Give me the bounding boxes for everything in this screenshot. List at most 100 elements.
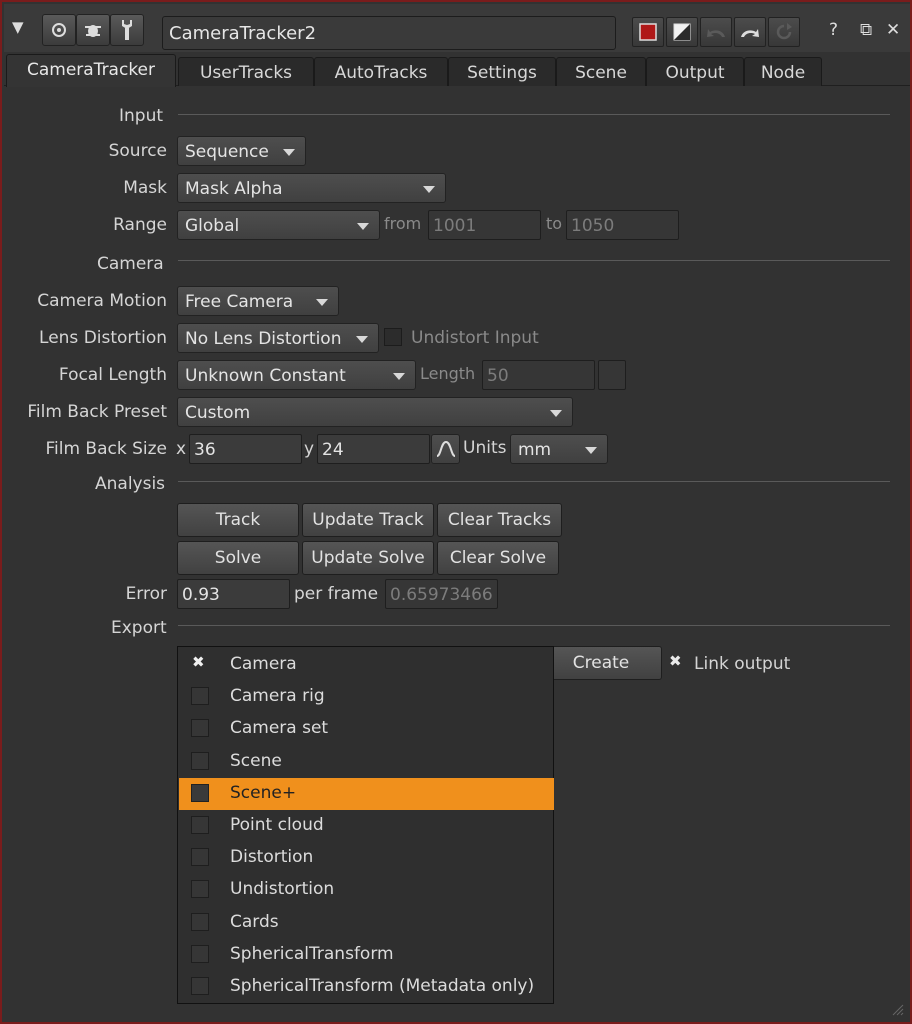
create-button[interactable]: Create bbox=[540, 646, 662, 680]
source-dropdown[interactable]: Sequence bbox=[177, 136, 306, 166]
mask-dropdown[interactable]: Mask Alpha bbox=[177, 173, 446, 203]
tab-autotracks[interactable]: AutoTracks bbox=[314, 57, 448, 86]
film-back-preset-label: Film Back Preset bbox=[27, 402, 167, 422]
source-value: Sequence bbox=[185, 142, 269, 162]
undo-button[interactable] bbox=[700, 17, 732, 47]
chevron-down-icon bbox=[550, 410, 562, 417]
length-field[interactable]: 50 bbox=[482, 360, 595, 390]
checkbox[interactable] bbox=[191, 783, 209, 802]
export-menu-item[interactable]: Scene bbox=[179, 746, 554, 778]
export-menu-item-label: Scene bbox=[230, 750, 282, 771]
undo-icon bbox=[707, 29, 725, 37]
tab-cameratracker[interactable]: CameraTracker bbox=[6, 54, 176, 87]
from-label: from bbox=[384, 214, 422, 233]
viewer-toggle-button[interactable] bbox=[42, 14, 76, 46]
chevron-down-icon bbox=[393, 373, 405, 380]
tab-scene[interactable]: Scene bbox=[556, 57, 646, 86]
export-menu-item-label: Undistortion bbox=[230, 879, 335, 900]
section-input: Input bbox=[119, 106, 164, 126]
bug-icon bbox=[85, 25, 101, 37]
checkbox[interactable] bbox=[191, 880, 209, 899]
focal-length-value: Unknown Constant bbox=[185, 366, 346, 386]
tab-bar: CameraTracker UserTracks AutoTracks Sett… bbox=[4, 52, 910, 87]
chevron-down-icon bbox=[356, 336, 368, 343]
target-icon bbox=[52, 23, 66, 37]
help-icon[interactable]: ? bbox=[829, 20, 838, 40]
export-menu-item[interactable]: Camera set bbox=[179, 713, 554, 745]
resize-grip-icon[interactable] bbox=[890, 1002, 904, 1016]
checkbox[interactable] bbox=[191, 977, 209, 995]
export-menu-item[interactable]: Scene+ bbox=[179, 777, 554, 810]
film-back-x-field[interactable]: 36 bbox=[189, 434, 302, 464]
export-menu-item[interactable]: Undistortion bbox=[179, 874, 554, 906]
error-field[interactable]: 0.93 bbox=[177, 579, 290, 609]
export-menu-item[interactable]: Distortion bbox=[179, 842, 554, 874]
checkmark-icon[interactable] bbox=[191, 653, 209, 673]
float-icon[interactable]: ⧉ bbox=[860, 20, 872, 40]
export-menu-item[interactable]: SphericalTransform (Metadata only) bbox=[179, 971, 554, 1003]
section-export: Export bbox=[111, 618, 167, 638]
link-output-checkbox[interactable] bbox=[668, 652, 686, 672]
tab-settings[interactable]: Settings bbox=[448, 57, 556, 86]
checkbox[interactable] bbox=[191, 848, 209, 867]
clear-solve-button[interactable]: Clear Solve bbox=[437, 541, 559, 575]
update-solve-button[interactable]: Update Solve bbox=[302, 541, 434, 575]
node-name-field[interactable]: CameraTracker2 bbox=[162, 16, 616, 50]
bug-button[interactable] bbox=[76, 14, 110, 46]
wrench-button[interactable] bbox=[110, 14, 144, 46]
focal-length-dropdown[interactable]: Unknown Constant bbox=[177, 360, 416, 390]
tab-node[interactable]: Node bbox=[744, 57, 822, 86]
close-icon[interactable]: ✕ bbox=[886, 20, 900, 40]
to-field[interactable]: 1050 bbox=[566, 210, 679, 240]
update-track-button[interactable]: Update Track bbox=[302, 503, 434, 537]
node-color-button[interactable] bbox=[632, 17, 664, 47]
track-button[interactable]: Track bbox=[177, 503, 299, 537]
chevron-down-icon bbox=[423, 186, 435, 193]
redo-button[interactable] bbox=[734, 17, 766, 47]
tab-usertracks[interactable]: UserTracks bbox=[178, 57, 314, 86]
revert-button[interactable] bbox=[768, 17, 800, 47]
from-field[interactable]: 1001 bbox=[428, 210, 541, 240]
export-menu-item[interactable]: Camera bbox=[179, 649, 554, 681]
film-back-y-field[interactable]: 24 bbox=[317, 434, 430, 464]
lens-distortion-dropdown[interactable]: No Lens Distortion bbox=[177, 323, 379, 353]
collapse-triangle-icon[interactable]: ▼ bbox=[12, 18, 32, 38]
curve-button[interactable] bbox=[431, 434, 460, 464]
per-frame-field[interactable]: 0.65973466 bbox=[385, 579, 498, 609]
export-menu-item[interactable]: Point cloud bbox=[179, 810, 554, 842]
range-dropdown[interactable]: Global bbox=[177, 210, 380, 240]
checkbox[interactable] bbox=[191, 687, 209, 706]
redo-icon bbox=[741, 29, 759, 37]
checkbox[interactable] bbox=[191, 816, 209, 834]
divider bbox=[178, 481, 890, 482]
range-label: Range bbox=[113, 215, 167, 235]
chevron-down-icon bbox=[357, 223, 369, 230]
length-label: Length bbox=[420, 364, 476, 383]
length-animation-button[interactable] bbox=[598, 360, 626, 390]
export-menu-item[interactable]: Cards bbox=[179, 907, 554, 939]
clear-tracks-button[interactable]: Clear Tracks bbox=[437, 503, 562, 537]
undistort-input-checkbox[interactable] bbox=[384, 328, 402, 346]
tab-output[interactable]: Output bbox=[646, 57, 744, 86]
mask-label: Mask bbox=[123, 178, 167, 198]
range-value: Global bbox=[185, 216, 240, 236]
export-menu-item[interactable]: Camera rig bbox=[179, 681, 554, 713]
lens-distortion-label: Lens Distortion bbox=[39, 328, 167, 348]
film-back-size-label: Film Back Size bbox=[45, 439, 167, 459]
revert-icon bbox=[776, 23, 792, 40]
to-label: to bbox=[546, 214, 563, 233]
export-menu-item[interactable]: SphericalTransform bbox=[179, 939, 554, 971]
units-dropdown[interactable]: mm bbox=[510, 434, 608, 464]
gl-color-button[interactable] bbox=[666, 17, 698, 47]
checkbox[interactable] bbox=[191, 719, 209, 738]
film-back-preset-dropdown[interactable]: Custom bbox=[177, 397, 573, 427]
checkbox[interactable] bbox=[191, 944, 209, 963]
y-label: y bbox=[304, 439, 315, 459]
checkbox[interactable] bbox=[191, 912, 209, 931]
camera-motion-dropdown[interactable]: Free Camera bbox=[177, 286, 339, 316]
undistort-input-label: Undistort Input bbox=[411, 328, 539, 348]
split-swatch-icon bbox=[673, 23, 691, 41]
export-menu-item-label: Distortion bbox=[230, 847, 314, 868]
solve-button[interactable]: Solve bbox=[177, 541, 299, 575]
checkbox[interactable] bbox=[191, 751, 209, 770]
